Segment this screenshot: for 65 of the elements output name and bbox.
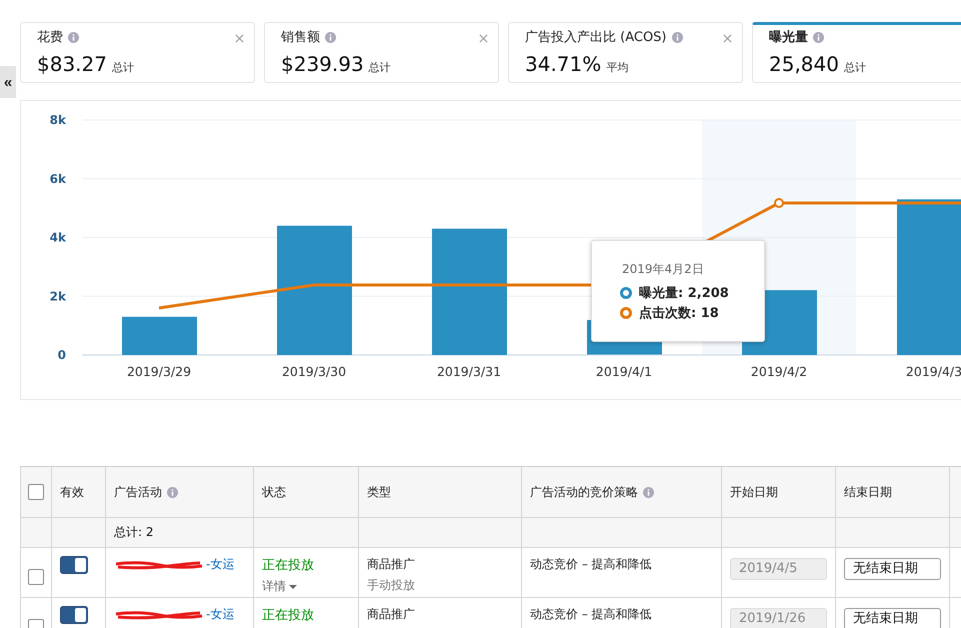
campaign-link[interactable]: -女运 [206, 556, 234, 572]
tooltip-value: 点击次数: 18 [639, 305, 719, 322]
bidding-strategy: 动态竞价 – 提高和降低 [530, 606, 653, 623]
enable-toggle[interactable] [60, 606, 88, 624]
column-header[interactable]: 类型 [359, 467, 522, 518]
details-dropdown[interactable]: 详情 [262, 578, 297, 595]
column-header[interactable]: 状态 [254, 467, 359, 518]
status-text: 正在投放 [262, 557, 315, 574]
x-axis-label: 2019/4/1 [596, 364, 652, 379]
end-date-field[interactable]: 无结束日期 [844, 608, 941, 628]
caret-icon [289, 584, 297, 588]
y-axis-label: 4k [50, 230, 66, 244]
metric-card[interactable]: 花费 $83.27 总计 [20, 22, 255, 83]
metric-unit: 平均 [606, 60, 628, 75]
info-icon [325, 32, 336, 42]
targeting-type: 手动投放 [367, 577, 416, 594]
metric-card[interactable]: 曝光量 25,840 总计 [752, 22, 961, 83]
info-icon [68, 32, 79, 42]
row-checkbox[interactable] [28, 568, 44, 584]
campaign-type: 商品推广 [367, 556, 416, 573]
column-header[interactable]: 广告活动的竞价策略 [522, 467, 722, 518]
metric-value: $239.93 [281, 52, 364, 76]
select-all-checkbox[interactable] [28, 484, 44, 500]
metric-label: 曝光量 [769, 29, 808, 46]
y-axis-label: 2k [50, 289, 66, 304]
info-icon [813, 32, 824, 42]
collapse-sidebar-button[interactable]: « [0, 66, 16, 98]
close-icon[interactable] [479, 34, 488, 43]
metric-value: 34.71% [525, 52, 602, 76]
campaign-link[interactable]: -女运 [206, 606, 234, 622]
tooltip-date: 2019年4月2日 [622, 261, 705, 278]
metric-label: 销售额 [281, 29, 320, 46]
metric-value: 25,840 [769, 52, 839, 76]
x-axis-label: 2019/3/31 [436, 364, 502, 379]
y-axis-label: 8k [50, 113, 66, 127]
x-axis-label: 2019/3/29 [126, 364, 192, 379]
bidding-strategy: 动态竞价 – 提高和降低 [530, 556, 653, 573]
x-axis-label: 2019/4/3 [906, 364, 961, 379]
metric-unit: 总计 [368, 60, 391, 75]
close-icon[interactable] [235, 34, 244, 43]
info-icon [643, 486, 654, 498]
campaign-type: 商品推广 [367, 606, 416, 623]
info-icon [672, 32, 683, 42]
y-axis-label: 0 [58, 348, 66, 362]
column-header[interactable]: 有效 [52, 467, 106, 518]
column-header[interactable]: 开始日期 [722, 467, 836, 518]
metric-label: 花费 [37, 29, 63, 46]
y-axis-label: 6k [50, 172, 66, 186]
total-count: 总计: 2 [106, 518, 254, 548]
x-axis-label: 2019/3/30 [282, 364, 346, 379]
info-icon [167, 486, 178, 498]
tooltip-value: 曝光量: 2,208 [639, 285, 729, 302]
enable-toggle[interactable] [60, 556, 88, 574]
metric-value: $83.27 [37, 52, 107, 76]
end-date-field[interactable]: 无结束日期 [844, 558, 941, 580]
column-header[interactable]: 结束日期 [836, 467, 950, 518]
status-text: 正在投放 [262, 607, 315, 624]
column-header[interactable]: 广告活动 [106, 467, 254, 518]
metric-unit: 总计 [844, 60, 866, 75]
x-axis-label: 2019/4/2 [750, 364, 808, 379]
metric-label: 广告投入产出比 (ACOS) [525, 29, 667, 46]
metric-unit: 总计 [112, 60, 134, 75]
metric-card[interactable]: 销售额 $239.93 总计 [264, 22, 499, 83]
metric-card[interactable]: 广告投入产出比 (ACOS) 34.71% 平均 [508, 22, 743, 83]
close-icon[interactable] [723, 34, 732, 43]
